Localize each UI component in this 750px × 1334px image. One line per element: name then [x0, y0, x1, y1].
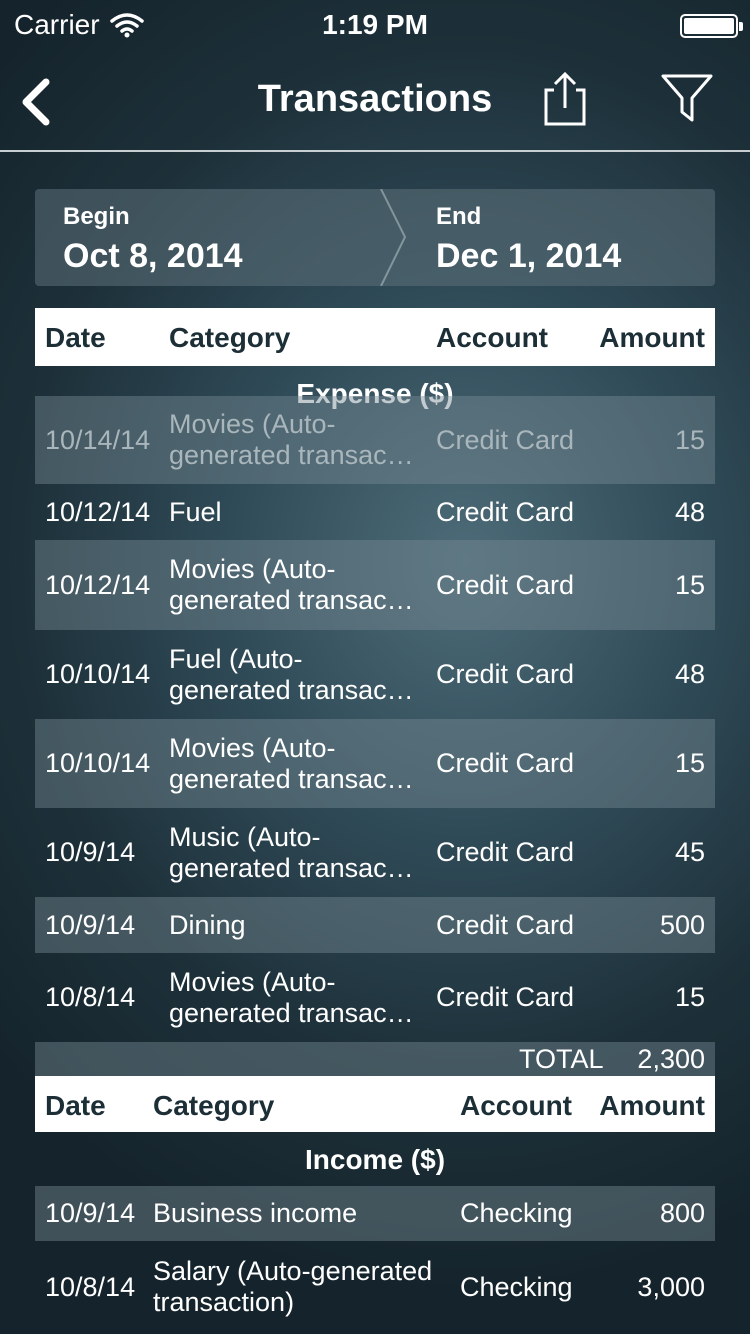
begin-date-button[interactable]: Begin Oct 8, 2014 — [63, 189, 243, 286]
begin-label: Begin — [63, 203, 130, 230]
column-header-amount[interactable]: Amount — [599, 322, 705, 354]
end-date-button[interactable]: End Dec 1, 2014 — [436, 189, 621, 286]
column-header-amount[interactable]: Amount — [599, 1090, 705, 1122]
row-account: Credit Card — [436, 909, 575, 940]
row-category: Dining — [169, 909, 246, 940]
expense-total-row: TOTAL 2,300 — [35, 1042, 715, 1076]
row-category: Fuel — [169, 496, 222, 527]
row-category: Movies (Auto- generated transac… — [169, 554, 414, 615]
row-amount: 15 — [674, 424, 705, 455]
table-row[interactable]: 10/14/14 Movies (Auto- generated transac… — [35, 396, 715, 484]
column-header-date[interactable]: Date — [45, 1090, 106, 1122]
expense-table-header: Date Category Account Amount — [35, 308, 715, 366]
table-row[interactable]: 10/9/14 Dining Credit Card 500 — [35, 897, 715, 953]
status-bar: Carrier 1:19 PM — [0, 0, 750, 52]
row-date: 10/12/14 — [45, 496, 151, 527]
row-account: Credit Card — [436, 837, 575, 867]
column-header-account[interactable]: Account — [436, 322, 548, 354]
filter-icon[interactable] — [660, 72, 714, 124]
row-amount: 48 — [674, 659, 705, 689]
column-header-category[interactable]: Category — [169, 322, 290, 354]
row-account: Credit Card — [436, 982, 575, 1012]
row-date: 10/12/14 — [45, 569, 151, 600]
row-amount: 500 — [659, 909, 705, 940]
table-row[interactable]: 10/9/14 Business income Checking 800 — [35, 1186, 715, 1241]
row-date: 10/9/14 — [45, 837, 136, 867]
table-row[interactable]: 10/9/14 Music (Auto- generated transac… … — [35, 808, 715, 897]
column-header-category[interactable]: Category — [153, 1090, 274, 1122]
nav-bar: Transactions — [0, 52, 750, 152]
row-amount: 15 — [674, 569, 705, 600]
row-amount: 45 — [674, 837, 705, 867]
row-account: Credit Card — [436, 496, 575, 527]
row-date: 10/14/14 — [45, 424, 151, 455]
table-row[interactable]: 10/12/14 Fuel Credit Card 48 — [35, 484, 715, 540]
row-category: Movies (Auto- generated transac… — [169, 732, 414, 794]
table-row[interactable]: 10/10/14 Fuel (Auto- generated transac… … — [35, 630, 715, 719]
row-category: Business income — [153, 1198, 358, 1228]
begin-date: Oct 8, 2014 — [63, 237, 243, 275]
end-label: End — [436, 203, 482, 230]
row-amount: 3,000 — [637, 1271, 705, 1302]
date-range-selector: Begin Oct 8, 2014 End Dec 1, 2014 — [35, 189, 715, 286]
row-account: Credit Card — [436, 569, 575, 600]
row-category: Music (Auto- generated transac… — [169, 821, 414, 883]
clock: 1:19 PM — [322, 9, 428, 40]
column-header-date[interactable]: Date — [45, 322, 106, 354]
row-account: Credit Card — [436, 748, 575, 778]
total-label: TOTAL — [519, 1044, 604, 1074]
end-date: Dec 1, 2014 — [436, 237, 622, 275]
row-account: Credit Card — [436, 659, 575, 689]
share-icon[interactable] — [540, 70, 590, 128]
row-date: 10/9/14 — [45, 909, 136, 940]
table-row[interactable]: 10/12/14 Movies (Auto- generated transac… — [35, 540, 715, 630]
row-account: Checking — [460, 1271, 573, 1302]
row-amount: 48 — [674, 496, 705, 527]
row-account: Checking — [460, 1198, 573, 1228]
row-category: Fuel (Auto- generated transac… — [169, 643, 414, 705]
income-table-header: Date Category Account Amount — [35, 1076, 715, 1132]
row-amount: 15 — [674, 748, 705, 778]
chevron-right-icon — [380, 189, 407, 286]
battery-icon — [680, 14, 743, 38]
table-row[interactable]: 10/8/14 Movies (Auto- generated transac…… — [35, 953, 715, 1042]
row-category: Movies (Auto- generated transac… — [169, 409, 414, 470]
column-header-account[interactable]: Account — [460, 1090, 572, 1122]
table-row[interactable]: 10/8/14 Salary (Auto-generated transacti… — [35, 1241, 715, 1333]
row-date: 10/9/14 — [45, 1198, 136, 1228]
table-row[interactable]: 10/10/14 Movies (Auto- generated transac… — [35, 719, 715, 808]
row-date: 10/8/14 — [45, 982, 136, 1012]
row-category: Salary (Auto-generated transaction) — [153, 1256, 433, 1317]
row-date: 10/10/14 — [45, 659, 151, 689]
row-date: 10/10/14 — [45, 748, 151, 778]
page-title: Transactions — [257, 78, 493, 120]
row-account: Credit Card — [436, 424, 575, 455]
row-date: 10/8/14 — [45, 1271, 136, 1302]
row-amount: 800 — [659, 1198, 705, 1228]
income-section-title: Income ($) — [304, 1144, 446, 1175]
row-amount: 15 — [674, 982, 705, 1012]
total-value: 2,300 — [637, 1044, 705, 1074]
row-category: Movies (Auto- generated transac… — [169, 966, 414, 1028]
